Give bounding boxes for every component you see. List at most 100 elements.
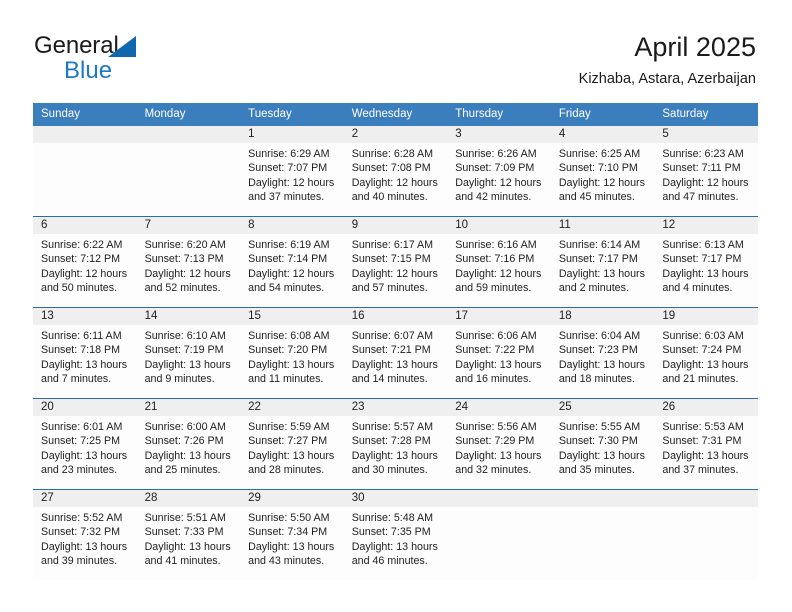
calendar-day-cell[interactable]: 24 Sunrise: 5:56 AM Sunset: 7:29 PM Dayligh… [447,398,551,490]
calendar-day-cell[interactable]: 9 Sunrise: 6:17 AM Sunset: 7:15 PM Daylight… [343,216,448,308]
daylight-text-line1: Daylight: 12 hours [662,176,749,189]
calendar-day-cell[interactable]: 26 Sunrise: 5:53 AM Sunset: 7:31 PM Dayligh… [654,398,758,490]
calendar-day-cell[interactable]: 14 Sunrise: 6:10 AM Sunset: 7:19 PM Dayligh… [136,307,241,399]
calendar-day-cell[interactable]: 1 Sunrise: 6:29 AM Sunset: 7:07 PM Daylight… [240,126,344,217]
sunrise-text: Sunrise: 6:07 AM [351,330,434,342]
daylight-text-line2: and 39 minutes. [41,555,118,568]
day-number: 24 [447,399,551,416]
sunset-text: Sunset: 7:24 PM [662,344,742,357]
calendar-day-cell[interactable]: 11 Sunrise: 6:14 AM Sunset: 7:17 PM Dayligh… [550,216,655,308]
day-number [654,490,758,507]
sunrise-text: Sunrise: 6:19 AM [248,239,330,251]
day-number: 29 [240,490,344,507]
day-cell-inner: 27 Sunrise: 5:52 AM Sunset: 7:32 PM Dayligh… [33,490,137,580]
day-number: 8 [240,217,344,234]
day-cell-inner: 30 Sunrise: 5:48 AM Sunset: 7:35 PM Dayligh… [343,490,448,580]
calendar-day-cell[interactable]: 17 Sunrise: 6:06 AM Sunset: 7:22 PM Dayligh… [447,307,551,399]
day-cell-inner: 12 Sunrise: 6:13 AM Sunset: 7:17 PM Dayligh… [654,217,758,307]
brand-name-blue: Blue [64,57,113,84]
daylight-text-line2: and 16 minutes. [455,373,532,386]
daylight-text-line2: and 2 minutes. [558,282,629,295]
daylight-text-line2: and 37 minutes. [248,191,325,204]
day-cell-inner [550,490,655,580]
day-cell-inner: 19 Sunrise: 6:03 AM Sunset: 7:24 PM Dayligh… [654,308,758,398]
day-number: 22 [240,399,344,416]
calendar-day-cell[interactable]: 7 Sunrise: 6:20 AM Sunset: 7:13 PM Daylight… [136,216,241,308]
day-number: 25 [550,399,655,416]
day-details: Sunrise: 6:03 AM Sunset: 7:24 PM Daylight:… [654,325,758,387]
sunset-text: Sunset: 7:15 PM [351,253,431,266]
calendar-day-cell[interactable]: 27 Sunrise: 5:52 AM Sunset: 7:32 PM Dayligh… [33,489,137,580]
calendar-day-cell[interactable]: 20 Sunrise: 6:01 AM Sunset: 7:25 PM Dayligh… [33,398,137,490]
calendar-week-row: 13 Sunrise: 6:11 AM Sunset: 7:18 PM Dayligh… [33,307,758,399]
calendar-day-cell[interactable]: 4 Sunrise: 6:25 AM Sunset: 7:10 PM Daylight… [550,126,655,217]
calendar-day-cell[interactable]: 21 Sunrise: 6:00 AM Sunset: 7:26 PM Dayligh… [136,398,241,490]
calendar-day-cell[interactable]: 12 Sunrise: 6:13 AM Sunset: 7:17 PM Dayligh… [654,216,758,308]
calendar-day-cell[interactable]: 6 Sunrise: 6:22 AM Sunset: 7:12 PM Daylight… [33,216,137,308]
day-cell-inner: 4 Sunrise: 6:25 AM Sunset: 7:10 PM Daylight… [550,126,655,216]
sunset-text: Sunset: 7:19 PM [144,344,224,357]
calendar-day-cell[interactable]: 19 Sunrise: 6:03 AM Sunset: 7:24 PM Dayligh… [654,307,758,399]
calendar-day-cell[interactable]: 23 Sunrise: 5:57 AM Sunset: 7:28 PM Dayligh… [343,398,448,490]
calendar-day-cell[interactable]: 3 Sunrise: 6:26 AM Sunset: 7:09 PM Daylight… [447,126,551,217]
calendar-day-cell[interactable]: 25 Sunrise: 5:55 AM Sunset: 7:30 PM Dayligh… [550,398,655,490]
calendar-day-cell[interactable]: 2 Sunrise: 6:28 AM Sunset: 7:08 PM Daylight… [343,126,448,217]
day-number: 19 [654,308,758,325]
sunrise-text: Sunrise: 5:53 AM [662,421,744,433]
daylight-text-line2: and 47 minutes. [662,191,739,204]
calendar-day-cell[interactable]: 16 Sunrise: 6:07 AM Sunset: 7:21 PM Dayligh… [343,307,448,399]
day-number: 18 [550,308,655,325]
calendar-day-cell[interactable]: 10 Sunrise: 6:16 AM Sunset: 7:16 PM Dayligh… [447,216,551,308]
brand-logo[interactable]: General Blue [34,33,234,91]
calendar-day-cell[interactable]: 29 Sunrise: 5:50 AM Sunset: 7:34 PM Dayligh… [240,489,344,580]
calendar-day-cell[interactable]: 30 Sunrise: 5:48 AM Sunset: 7:35 PM Dayligh… [343,489,448,580]
day-cell-inner: 24 Sunrise: 5:56 AM Sunset: 7:29 PM Dayligh… [447,399,551,489]
calendar-day-cell[interactable]: 18 Sunrise: 6:04 AM Sunset: 7:23 PM Dayligh… [550,307,655,399]
sunset-text: Sunset: 7:27 PM [248,435,328,448]
calendar-table: Sunday Monday Tuesday Wednesday Thursday… [33,103,758,580]
daylight-text-line2: and 52 minutes. [144,282,221,295]
day-number: 27 [33,490,137,507]
day-details: Sunrise: 6:06 AM Sunset: 7:22 PM Daylight:… [447,325,551,387]
calendar-day-cell[interactable]: 5 Sunrise: 6:23 AM Sunset: 7:11 PM Daylight… [654,126,758,217]
calendar-day-cell[interactable]: 15 Sunrise: 6:08 AM Sunset: 7:20 PM Dayligh… [240,307,344,399]
sunrise-text: Sunrise: 5:48 AM [351,512,434,524]
calendar-day-cell[interactable]: 8 Sunrise: 6:19 AM Sunset: 7:14 PM Daylight… [240,216,344,308]
day-cell-inner: 9 Sunrise: 6:17 AM Sunset: 7:15 PM Daylight… [343,217,448,307]
sunset-text: Sunset: 7:11 PM [662,162,741,175]
day-number: 28 [136,490,241,507]
day-cell-inner: 13 Sunrise: 6:11 AM Sunset: 7:18 PM Dayligh… [33,308,137,398]
sunset-text: Sunset: 7:17 PM [558,253,638,266]
sunset-text: Sunset: 7:22 PM [455,344,535,357]
daylight-text-line1: Daylight: 13 hours [662,267,749,280]
daylight-text-line2: and 32 minutes. [455,464,532,477]
day-number: 6 [33,217,137,234]
sunset-text: Sunset: 7:35 PM [351,526,431,539]
day-details: Sunrise: 6:23 AM Sunset: 7:11 PM Daylight:… [654,143,758,205]
day-number: 17 [447,308,551,325]
daylight-text-line1: Daylight: 12 hours [455,176,542,189]
daylight-text-line2: and 59 minutes. [455,282,532,295]
day-details: Sunrise: 5:57 AM Sunset: 7:28 PM Daylight:… [344,416,448,478]
day-number [447,490,551,507]
daylight-text-line1: Daylight: 13 hours [351,449,438,462]
day-number: 15 [240,308,344,325]
weekday-header-tuesday: Tuesday [240,103,344,126]
day-details: Sunrise: 5:52 AM Sunset: 7:32 PM Daylight:… [33,507,137,569]
day-number: 26 [654,399,758,416]
day-cell-inner: 10 Sunrise: 6:16 AM Sunset: 7:16 PM Dayligh… [447,217,551,307]
weekday-header-wednesday: Wednesday [343,103,448,126]
daylight-text-line2: and 35 minutes. [558,464,635,477]
daylight-text-line2: and 23 minutes. [41,464,118,477]
sunrise-text: Sunrise: 6:10 AM [144,330,226,342]
calendar-day-cell[interactable]: 22 Sunrise: 5:59 AM Sunset: 7:27 PM Dayligh… [240,398,344,490]
calendar-day-cell[interactable]: 13 Sunrise: 6:11 AM Sunset: 7:18 PM Dayligh… [33,307,137,399]
daylight-text-line2: and 7 minutes. [41,373,112,386]
day-cell-inner: 7 Sunrise: 6:20 AM Sunset: 7:13 PM Daylight… [136,217,241,307]
sunset-text: Sunset: 7:32 PM [41,526,121,539]
sunset-text: Sunset: 7:12 PM [41,253,121,266]
calendar-day-cell[interactable]: 28 Sunrise: 5:51 AM Sunset: 7:33 PM Dayligh… [136,489,241,580]
day-details: Sunrise: 6:07 AM Sunset: 7:21 PM Daylight:… [344,325,448,387]
title-block: April 2025 Kizhaba, Astara, Azerbaijan [579,30,756,88]
sunrise-text: Sunrise: 6:16 AM [455,239,537,251]
